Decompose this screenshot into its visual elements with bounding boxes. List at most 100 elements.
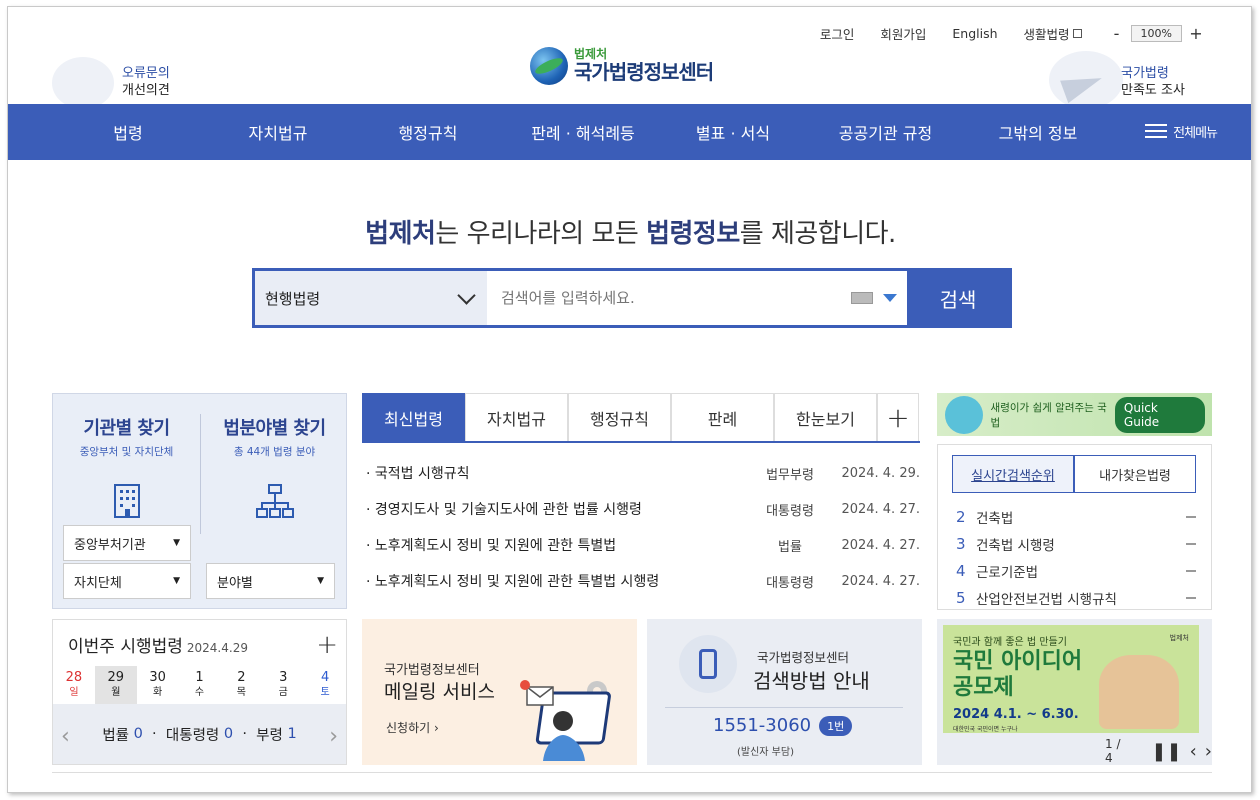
paper-plane-icon xyxy=(1049,51,1123,109)
nav-item-forms[interactable]: 별표 · 서식 xyxy=(678,120,788,144)
mailing-service-banner[interactable]: 국가법령정보센터 메일링 서비스 신청하기 › xyxy=(362,619,637,765)
day-cell[interactable]: 2목 xyxy=(220,666,262,704)
search-scope-value: 현행법령 xyxy=(265,289,321,308)
main-navigation: 법령 자치법규 행정규칙 판례 · 해석례등 별표 · 서식 공공기관 규정 그… xyxy=(8,104,1251,160)
list-item[interactable]: 3 건축법 시행령 xyxy=(956,530,1196,557)
next-arrow-icon[interactable]: › xyxy=(329,724,338,749)
decree-count[interactable]: 0 xyxy=(224,726,233,742)
day-number: 4 xyxy=(320,670,330,685)
zoom-in-button[interactable]: + xyxy=(1189,24,1203,43)
idea-top-text: 국민과 함께 좋은 법 만들기 xyxy=(953,637,1067,648)
nav-item-other[interactable]: 그밖의 정보 xyxy=(983,120,1093,144)
field-finder-title[interactable]: 법분야별 찾기 xyxy=(201,414,348,440)
nav-item-local-law[interactable]: 자치법규 xyxy=(228,120,328,144)
life-law-link[interactable]: 생활법령 xyxy=(1024,24,1082,43)
next-slide-icon[interactable]: › xyxy=(1205,741,1212,762)
nav-item-admin-rule[interactable]: 행정규칙 xyxy=(378,120,478,144)
rank-law-name[interactable]: 산업안전보건법 시행규칙 xyxy=(976,588,1186,608)
search-input[interactable] xyxy=(487,271,841,325)
ministry-dropdown[interactable]: 중앙부처기관 ▼ xyxy=(63,525,191,561)
day-cell[interactable]: 3금 xyxy=(262,666,304,704)
day-number: 29 xyxy=(107,670,125,685)
rank-law-name[interactable]: 건축법 xyxy=(976,507,1186,527)
logo-small-text: 법제처 xyxy=(574,47,608,61)
tab-admin-rule[interactable]: 행정규칙 xyxy=(568,393,671,441)
nav-item-public-rules[interactable]: 공공기관 규정 xyxy=(823,120,948,144)
list-item[interactable]: · 국적법 시행규칙 법무부령 2024. 4. 29. xyxy=(366,455,920,491)
english-link[interactable]: English xyxy=(952,26,997,41)
signup-link[interactable]: 회원가입 xyxy=(880,24,926,43)
weekly-laws-panel: 이번주 시행법령 2024.4.29 + 28 일 29 월 30 화 1수 2목 3금… xyxy=(52,619,347,765)
list-item[interactable]: · 노후계획도시 정비 및 지원에 관한 특별법 시행령 대통령령 2024. 4.… xyxy=(366,563,920,599)
tab-precedent[interactable]: 판례 xyxy=(671,393,774,441)
local-gov-dropdown[interactable]: 자치단체 ▼ xyxy=(63,563,191,599)
search-scope-select[interactable]: 현행법령 xyxy=(255,271,487,325)
list-item[interactable]: · 노후계획도시 정비 및 지원에 관한 특별법 법률 2024. 4. 27. xyxy=(366,527,920,563)
tab-overview[interactable]: 한눈보기 xyxy=(774,393,877,441)
weekly-more-button[interactable]: + xyxy=(316,630,338,660)
law-tabs: 최신법령 자치법규 행정규칙 판례 한눈보기 + xyxy=(362,393,920,443)
prev-slide-icon[interactable]: ‹ xyxy=(1190,741,1197,762)
day-weekday: 토 xyxy=(320,687,330,698)
building-icon xyxy=(107,481,147,521)
tab-realtime-rank[interactable]: 실시간검색순위 xyxy=(952,455,1074,493)
law-title[interactable]: · 노후계획도시 정비 및 지원에 관한 특별법 시행령 xyxy=(366,571,740,591)
day-cell[interactable]: 29 월 xyxy=(94,666,137,704)
rank-law-name[interactable]: 근로기준법 xyxy=(976,561,1186,581)
idea-contest-panel: 국민과 함께 좋은 법 만들기 국민 아이디어 공모제 2024 4.1. ~ 6… xyxy=(937,619,1212,765)
hierarchy-icon xyxy=(255,481,295,521)
quick-guide-button[interactable]: Quick Guide xyxy=(1114,396,1205,433)
guide-note: (발신자 부담) xyxy=(737,747,794,758)
nav-item-precedent[interactable]: 판례 · 해석례등 xyxy=(513,120,653,144)
nav-item-law[interactable]: 법령 xyxy=(88,120,168,144)
prev-arrow-icon[interactable]: ‹ xyxy=(61,724,70,749)
headline-text2: 를 제공합니다. xyxy=(739,219,897,249)
list-item[interactable]: 5 산업안전보건법 시행규칙 xyxy=(956,584,1196,611)
field-dropdown[interactable]: 분야별 ▼ xyxy=(206,563,335,599)
tab-my-laws[interactable]: 내가찾은법령 xyxy=(1074,455,1196,493)
idea-org-badge: 법제처 xyxy=(1169,634,1189,642)
phone-number: 1551-3060 xyxy=(713,715,812,736)
list-item[interactable]: 4 근로기준법 xyxy=(956,557,1196,584)
rank-number: 3 xyxy=(956,534,966,553)
tab-latest[interactable]: 최신법령 xyxy=(362,393,465,441)
survey-banner[interactable]: 국가법령 만족도 조사 xyxy=(1045,51,1205,111)
search-guide-banner[interactable]: 국가법령정보센터 검색방법 안내 1551-3060 1번 (발신자 부담) xyxy=(647,619,922,765)
day-cell[interactable]: 4토 xyxy=(304,666,346,704)
law-title[interactable]: · 국적법 시행규칙 xyxy=(366,463,740,483)
day-cell[interactable]: 30 화 xyxy=(137,666,179,704)
pause-icon[interactable]: ❚❚ xyxy=(1151,741,1181,762)
ordinance-count[interactable]: 1 xyxy=(287,726,296,742)
tab-local-law[interactable]: 자치법규 xyxy=(465,393,568,441)
field-finder-sub: 총 44개 법령 분야 xyxy=(233,446,316,458)
site-logo[interactable]: 법제처 국가법령정보센터 xyxy=(530,47,714,85)
law-count[interactable]: 0 xyxy=(134,726,143,742)
search-button[interactable]: 검색 xyxy=(907,271,1009,325)
mailing-apply-link[interactable]: 신청하기 › xyxy=(386,719,439,736)
feedback-banner[interactable]: 오류문의 개선의견 xyxy=(52,51,182,111)
all-menu-button[interactable]: 전체메뉴 xyxy=(1145,120,1218,142)
idea-contest-banner[interactable]: 국민과 함께 좋은 법 만들기 국민 아이디어 공모제 2024 4.1. ~ 6… xyxy=(943,625,1199,733)
day-number: 1 xyxy=(195,670,204,685)
chevron-down-icon xyxy=(457,285,476,305)
tab-more-button[interactable]: + xyxy=(877,393,919,441)
law-title[interactable]: · 노후계획도시 정비 및 지원에 관한 특별법 xyxy=(366,535,740,555)
rank-law-name[interactable]: 건축법 시행령 xyxy=(976,534,1186,554)
law-date: 2024. 4. 29. xyxy=(841,465,920,481)
quick-guide-banner[interactable]: 새령이가 쉽게 알려주는 국법 Quick Guide xyxy=(937,393,1212,436)
keyboard-icon[interactable] xyxy=(851,292,873,304)
globe-logo-icon xyxy=(530,47,568,85)
day-cell[interactable]: 28 일 xyxy=(53,666,95,704)
zoom-out-button[interactable]: - xyxy=(1110,24,1124,43)
external-link-icon xyxy=(1072,29,1082,38)
login-link[interactable]: 로그인 xyxy=(820,24,855,43)
day-cell[interactable]: 1수 xyxy=(179,666,221,704)
autocomplete-toggle-icon[interactable] xyxy=(883,294,897,302)
week-calendar: 28 일 29 월 30 화 1수 2목 3금 4토 xyxy=(53,666,346,704)
law-title[interactable]: · 경영지도사 및 기술지도사에 관한 법률 시행령 xyxy=(366,499,740,519)
org-finder-title[interactable]: 기관별 찾기 xyxy=(53,414,200,440)
list-item[interactable]: · 경영지도사 및 기술지도사에 관한 법률 시행령 대통령령 2024. 4. 2… xyxy=(366,491,920,527)
list-item[interactable]: 2 건축법 xyxy=(956,503,1196,530)
dropdown-arrow-icon: ▼ xyxy=(173,576,180,586)
local-gov-dropdown-value: 자치단체 xyxy=(74,575,122,591)
